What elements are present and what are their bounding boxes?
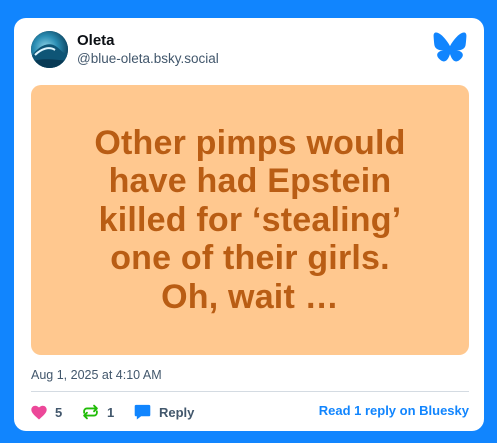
repost-count: 1 [107, 404, 115, 420]
post-image-text: Other pimps would have had Epstein kille… [94, 123, 406, 316]
read-replies-link[interactable]: Read 1 reply on Bluesky [319, 403, 469, 418]
reply-button[interactable]: Reply [134, 401, 194, 423]
author-handle[interactable]: @blue-oleta.bsky.social [77, 51, 219, 66]
like-count: 5 [55, 404, 63, 420]
divider [31, 391, 469, 392]
post-timestamp[interactable]: Aug 1, 2025 at 4:10 AM [31, 368, 162, 382]
avatar[interactable] [31, 31, 68, 68]
like-button[interactable]: 5 [31, 401, 62, 423]
post-image[interactable]: Other pimps would have had Epstein kille… [31, 85, 469, 355]
repost-icon [83, 404, 98, 420]
author-display-name[interactable]: Oleta [77, 32, 115, 49]
speech-bubble-icon [134, 404, 151, 420]
embed-frame: Oleta @blue-oleta.bsky.social Other pimp… [0, 0, 497, 443]
wave-avatar-icon [31, 31, 68, 68]
repost-button[interactable]: 1 [82, 401, 114, 423]
post-header: Oleta @blue-oleta.bsky.social [31, 31, 467, 71]
reply-label: Reply [159, 404, 195, 420]
bluesky-butterfly-icon[interactable] [433, 32, 467, 62]
post-card[interactable]: Oleta @blue-oleta.bsky.social Other pimp… [14, 18, 484, 431]
post-actions: 5 1 Reply Read 1 reply on Bluesky [31, 401, 469, 423]
heart-icon [31, 405, 47, 419]
